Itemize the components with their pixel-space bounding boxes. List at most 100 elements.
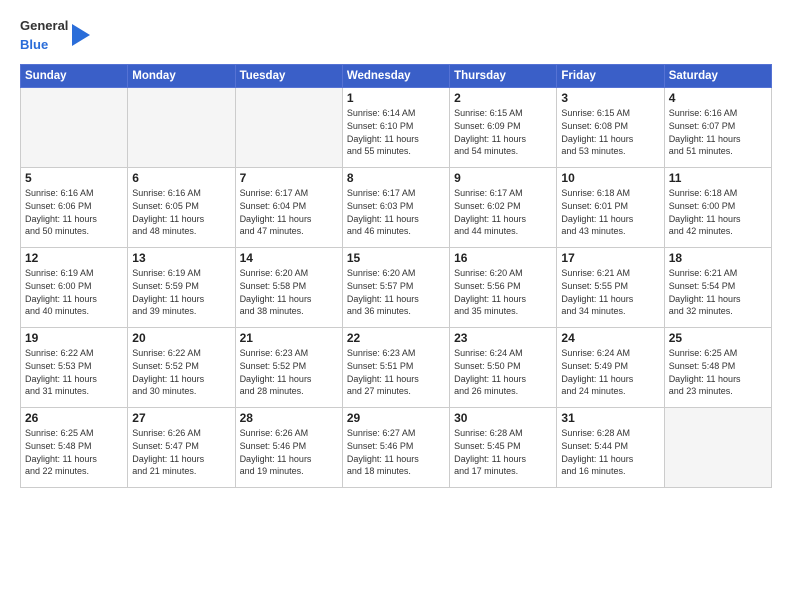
cell-info: Sunrise: 6:26 AM Sunset: 5:47 PM Dayligh… [132,427,230,477]
day-number: 28 [240,411,338,425]
cell-info: Sunrise: 6:27 AM Sunset: 5:46 PM Dayligh… [347,427,445,477]
day-number: 6 [132,171,230,185]
calendar-cell [235,88,342,168]
calendar-cell [21,88,128,168]
cell-info: Sunrise: 6:25 AM Sunset: 5:48 PM Dayligh… [25,427,123,477]
cell-info: Sunrise: 6:25 AM Sunset: 5:48 PM Dayligh… [669,347,767,397]
logo: General Blue [20,16,90,54]
cell-info: Sunrise: 6:17 AM Sunset: 6:04 PM Dayligh… [240,187,338,237]
day-number: 13 [132,251,230,265]
cell-info: Sunrise: 6:19 AM Sunset: 5:59 PM Dayligh… [132,267,230,317]
week-row-5: 26 Sunrise: 6:25 AM Sunset: 5:48 PM Dayli… [21,408,772,488]
day-number: 25 [669,331,767,345]
cell-info: Sunrise: 6:17 AM Sunset: 6:02 PM Dayligh… [454,187,552,237]
day-number: 9 [454,171,552,185]
calendar-cell: 13 Sunrise: 6:19 AM Sunset: 5:59 PM Dayli… [128,248,235,328]
day-number: 21 [240,331,338,345]
day-number: 4 [669,91,767,105]
cell-info: Sunrise: 6:21 AM Sunset: 5:54 PM Dayligh… [669,267,767,317]
calendar-cell: 20Sunrise: 6:22 AM Sunset: 5:52 PM Dayli… [128,328,235,408]
cell-info: Sunrise: 6:22 AM Sunset: 5:53 PM Dayligh… [25,347,123,397]
calendar-cell: 4 Sunrise: 6:16 AM Sunset: 6:07 PM Daylig… [664,88,771,168]
calendar-cell: 5 Sunrise: 6:16 AM Sunset: 6:06 PM Daylig… [21,168,128,248]
cell-info: Sunrise: 6:16 AM Sunset: 6:06 PM Dayligh… [25,187,123,237]
week-row-4: 19 Sunrise: 6:22 AM Sunset: 5:53 PM Dayli… [21,328,772,408]
cell-info: Sunrise: 6:26 AM Sunset: 5:46 PM Dayligh… [240,427,338,477]
day-number: 11 [669,171,767,185]
day-number: 27 [132,411,230,425]
calendar-cell: 6 Sunrise: 6:16 AM Sunset: 6:05 PM Daylig… [128,168,235,248]
day-number: 23 [454,331,552,345]
weekday-header-monday: Monday [128,65,235,88]
cell-info: Sunrise: 6:19 AM Sunset: 6:00 PM Dayligh… [25,267,123,317]
calendar-cell: 2 Sunrise: 6:15 AM Sunset: 6:09 PM Daylig… [450,88,557,168]
calendar-cell: 22 Sunrise: 6:23 AM Sunset: 5:51 PM Dayli… [342,328,449,408]
day-number: 5 [25,171,123,185]
day-number: 12 [25,251,123,265]
calendar-cell: 1Sunrise: 6:14 AM Sunset: 6:10 PM Daylig… [342,88,449,168]
cell-info: Sunrise: 6:21 AM Sunset: 5:55 PM Dayligh… [561,267,659,317]
calendar-cell: 14Sunrise: 6:20 AM Sunset: 5:58 PM Dayli… [235,248,342,328]
calendar-cell: 8 Sunrise: 6:17 AM Sunset: 6:03 PM Daylig… [342,168,449,248]
week-row-1: 1Sunrise: 6:14 AM Sunset: 6:10 PM Daylig… [21,88,772,168]
day-number: 18 [669,251,767,265]
cell-info: Sunrise: 6:20 AM Sunset: 5:58 PM Dayligh… [240,267,338,317]
day-number: 17 [561,251,659,265]
cell-info: Sunrise: 6:23 AM Sunset: 5:51 PM Dayligh… [347,347,445,397]
calendar-cell: 11 Sunrise: 6:18 AM Sunset: 6:00 PM Dayli… [664,168,771,248]
calendar-cell: 26 Sunrise: 6:25 AM Sunset: 5:48 PM Dayli… [21,408,128,488]
cell-info: Sunrise: 6:24 AM Sunset: 5:50 PM Dayligh… [454,347,552,397]
cell-info: Sunrise: 6:18 AM Sunset: 6:00 PM Dayligh… [669,187,767,237]
day-number: 7 [240,171,338,185]
day-number: 10 [561,171,659,185]
cell-info: Sunrise: 6:14 AM Sunset: 6:10 PM Dayligh… [347,107,445,157]
calendar-cell: 31Sunrise: 6:28 AM Sunset: 5:44 PM Dayli… [557,408,664,488]
cell-info: Sunrise: 6:24 AM Sunset: 5:49 PM Dayligh… [561,347,659,397]
day-number: 15 [347,251,445,265]
page: General Blue SundayMondayTuesdayWednesda… [0,0,792,612]
calendar-cell: 18 Sunrise: 6:21 AM Sunset: 5:54 PM Dayli… [664,248,771,328]
cell-info: Sunrise: 6:23 AM Sunset: 5:52 PM Dayligh… [240,347,338,397]
calendar-cell: 3 Sunrise: 6:15 AM Sunset: 6:08 PM Daylig… [557,88,664,168]
weekday-header-thursday: Thursday [450,65,557,88]
week-row-3: 12 Sunrise: 6:19 AM Sunset: 6:00 PM Dayli… [21,248,772,328]
cell-info: Sunrise: 6:20 AM Sunset: 5:56 PM Dayligh… [454,267,552,317]
calendar-cell: 16 Sunrise: 6:20 AM Sunset: 5:56 PM Dayli… [450,248,557,328]
cell-info: Sunrise: 6:20 AM Sunset: 5:57 PM Dayligh… [347,267,445,317]
logo-arrow-icon [72,24,90,46]
calendar-cell [128,88,235,168]
calendar-cell: 27 Sunrise: 6:26 AM Sunset: 5:47 PM Dayli… [128,408,235,488]
day-number: 2 [454,91,552,105]
calendar-table: SundayMondayTuesdayWednesdayThursdayFrid… [20,64,772,488]
calendar-cell: 23 Sunrise: 6:24 AM Sunset: 5:50 PM Dayli… [450,328,557,408]
calendar-cell: 29 Sunrise: 6:27 AM Sunset: 5:46 PM Dayli… [342,408,449,488]
week-row-2: 5 Sunrise: 6:16 AM Sunset: 6:06 PM Daylig… [21,168,772,248]
day-number: 29 [347,411,445,425]
cell-info: Sunrise: 6:16 AM Sunset: 6:07 PM Dayligh… [669,107,767,157]
cell-info: Sunrise: 6:28 AM Sunset: 5:45 PM Dayligh… [454,427,552,477]
day-number: 3 [561,91,659,105]
cell-info: Sunrise: 6:16 AM Sunset: 6:05 PM Dayligh… [132,187,230,237]
calendar-cell: 25 Sunrise: 6:25 AM Sunset: 5:48 PM Dayli… [664,328,771,408]
cell-info: Sunrise: 6:15 AM Sunset: 6:09 PM Dayligh… [454,107,552,157]
day-number: 22 [347,331,445,345]
logo-general: General [20,18,68,33]
calendar-cell: 9 Sunrise: 6:17 AM Sunset: 6:02 PM Daylig… [450,168,557,248]
weekday-header-sunday: Sunday [21,65,128,88]
weekday-header-wednesday: Wednesday [342,65,449,88]
logo-blue: Blue [20,37,48,52]
header: General Blue [20,16,772,54]
day-number: 26 [25,411,123,425]
calendar-cell: 7 Sunrise: 6:17 AM Sunset: 6:04 PM Daylig… [235,168,342,248]
calendar-cell [664,408,771,488]
cell-info: Sunrise: 6:22 AM Sunset: 5:52 PM Dayligh… [132,347,230,397]
day-number: 19 [25,331,123,345]
cell-info: Sunrise: 6:15 AM Sunset: 6:08 PM Dayligh… [561,107,659,157]
day-number: 31 [561,411,659,425]
cell-info: Sunrise: 6:17 AM Sunset: 6:03 PM Dayligh… [347,187,445,237]
day-number: 8 [347,171,445,185]
calendar-cell: 15 Sunrise: 6:20 AM Sunset: 5:57 PM Dayli… [342,248,449,328]
weekday-header-tuesday: Tuesday [235,65,342,88]
calendar-cell: 28 Sunrise: 6:26 AM Sunset: 5:46 PM Dayli… [235,408,342,488]
day-number: 16 [454,251,552,265]
